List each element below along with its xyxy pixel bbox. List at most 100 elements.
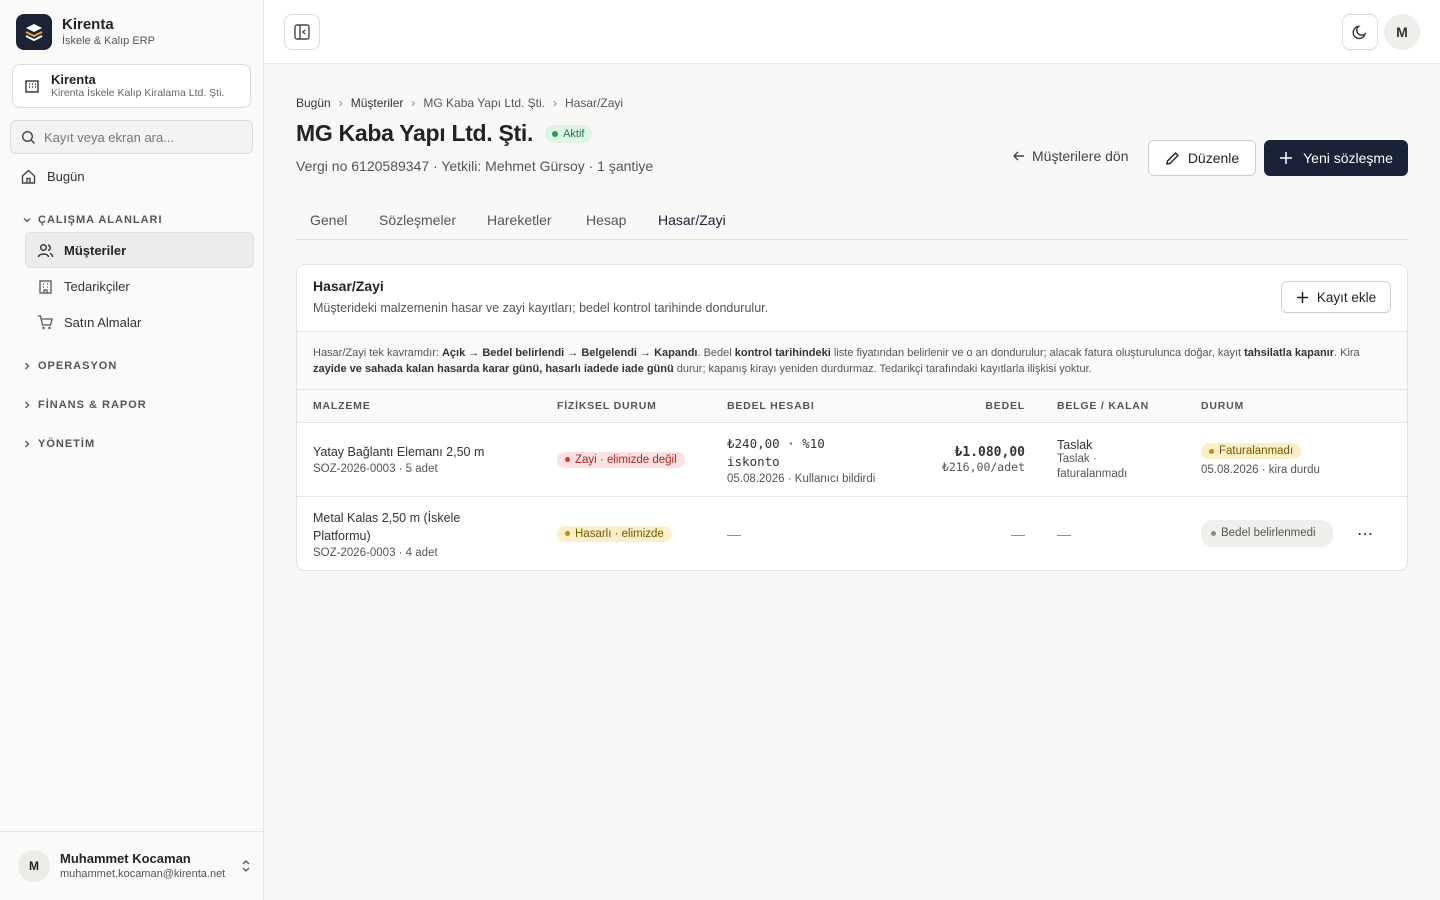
organization-switcher[interactable]: Kirenta Kirenta İskele Kalıp Kiralama Lt…	[12, 64, 251, 108]
chevron-right-icon	[25, 362, 30, 370]
badge-label: Zayi · elimizde değil	[575, 453, 677, 466]
breadcrumb: Bugün › Müşteriler › MG Kaba Yapı Ltd. Ş…	[296, 96, 623, 110]
sidebar-search[interactable]	[10, 120, 253, 154]
badge-label: Faturalanmadı	[1219, 445, 1294, 458]
material-cell: Metal Kalas 2,50 m (İskele Platformu) SO…	[297, 496, 557, 570]
tab-general[interactable]: Genel	[310, 212, 347, 228]
edit-button[interactable]: Düzenle	[1148, 140, 1256, 176]
home-icon	[21, 169, 36, 184]
table-row[interactable]: Metal Kalas 2,50 m (İskele Platformu) SO…	[297, 496, 1407, 570]
section-finance[interactable]: FİNANS & RAPOR	[22, 399, 147, 411]
moon-icon	[1352, 25, 1367, 40]
back-label: Müşterilere dön	[1032, 148, 1129, 164]
theme-toggle-button[interactable]	[1342, 14, 1378, 50]
toggle-sidebar-button[interactable]	[284, 14, 320, 50]
card-title: Hasar/Zayi	[313, 278, 384, 294]
physical-status-cell: Hasarlı · elimizde	[557, 496, 727, 570]
material-name: Metal Kalas 2,50 m (İskele Platformu)	[313, 510, 461, 543]
document-cell: —	[1039, 496, 1189, 570]
tab-account[interactable]: Hesap	[586, 212, 626, 228]
topbar: M	[264, 0, 1440, 64]
section-label: YÖNETİM	[38, 438, 96, 450]
main-content: Bugün › Müşteriler › MG Kaba Yapı Ltd. Ş…	[264, 64, 1440, 900]
card-subtitle: Müşterideki malzemenin hasar ve zayi kay…	[313, 301, 769, 315]
material-name: Yatay Bağlantı Elemanı 2,50 m	[313, 444, 485, 459]
page-header: MG Kaba Yapı Ltd. Şti. Aktif	[296, 120, 593, 147]
physical-status-badge: Hasarlı · elimizde	[557, 525, 672, 542]
add-record-button[interactable]: Kayıt ekle	[1281, 281, 1391, 313]
user-menu[interactable]: M Muhammet Kocaman muhammet.kocaman@kire…	[0, 831, 263, 900]
sidebar-item-label: Bugün	[47, 169, 85, 184]
damage-loss-card: Hasar/Zayi Müşterideki malzemenin hasar …	[296, 264, 1408, 571]
sidebar-item-suppliers[interactable]: Tedarikçiler	[37, 278, 130, 295]
empty-value: —	[727, 525, 741, 542]
breadcrumb-customer[interactable]: MG Kaba Yapı Ltd. Şti.	[423, 96, 545, 110]
user-name: Muhammet Kocaman	[60, 851, 191, 866]
material-meta: SOZ-2026-0003 · 4 adet	[313, 546, 438, 559]
org-subtitle: Kirenta İskele Kalıp Kiralama Ltd. Şti.	[51, 87, 225, 99]
badge-label: Bedel belirlenmedi	[1221, 527, 1316, 539]
building-icon	[25, 80, 39, 93]
avatar: M	[18, 850, 50, 882]
status-dot	[552, 130, 559, 137]
more-actions-icon[interactable]: ⋯	[1349, 520, 1382, 548]
new-contract-button[interactable]: Yeni sözleşme	[1264, 140, 1408, 176]
sidebar-item-label: Tedarikçiler	[64, 279, 130, 294]
brand-subtitle: İskele & Kalıp ERP	[62, 35, 155, 47]
column-header-actions	[1349, 389, 1407, 423]
avatar[interactable]: M	[1384, 14, 1420, 50]
status-badge: Faturalanmadı	[1201, 443, 1302, 460]
status-cell: Faturalanmadı 05.08.2026 · kira durdu	[1189, 422, 1349, 497]
brand-logo-icon	[16, 14, 52, 50]
status-badge: Aktif	[545, 124, 593, 143]
physical-status-badge: Zayi · elimizde değil	[557, 451, 685, 468]
section-admin[interactable]: YÖNETİM	[22, 438, 95, 450]
section-operations[interactable]: OPERASYON	[22, 360, 117, 372]
amount-cell: ₺1.080,00 ₺216,00/adet	[897, 422, 1039, 497]
column-header: FİZİKSEL DURUM	[557, 389, 727, 423]
chevron-right-icon	[25, 401, 30, 409]
tab-movements[interactable]: Hareketler	[487, 212, 552, 228]
chevron-right-icon: ›	[553, 96, 558, 110]
chevron-right-icon	[25, 440, 30, 448]
brand[interactable]: Kirenta İskele & Kalıp ERP	[16, 14, 155, 50]
damage-table: MALZEME FİZİKSEL DURUM BEDEL HESABI BEDE…	[297, 389, 1407, 570]
physical-status-cell: Zayi · elimizde değil	[557, 422, 727, 497]
sidebar-item-label: Satın Almalar	[64, 315, 142, 330]
status-badge: Bedel belirlenmedi	[1201, 520, 1333, 547]
section-label: ÇALIŞMA ALANLARI	[38, 214, 163, 226]
sidebar-item-customers[interactable]: Müşteriler	[37, 242, 126, 259]
unit-price: ₺216,00/adet	[941, 460, 1025, 474]
empty-value: —	[1011, 525, 1025, 542]
sidebar-item-purchases[interactable]: Satın Almalar	[37, 314, 141, 331]
back-to-customers-link[interactable]: Müşterilere dön	[1012, 148, 1129, 164]
plus-icon	[1280, 152, 1293, 164]
document-meta: Taslak · faturalanmadı	[1057, 452, 1128, 480]
status-label: Aktif	[563, 127, 585, 140]
tab-bar: Genel Sözleşmeler Hareketler Hesap Hasar…	[296, 204, 1408, 240]
material-cell: Yatay Bağlantı Elemanı 2,50 m SOZ-2026-0…	[297, 422, 557, 497]
edit-label: Düzenle	[1187, 150, 1240, 166]
section-label: OPERASYON	[38, 360, 118, 372]
tab-contracts[interactable]: Sözleşmeler	[379, 212, 456, 228]
search-input[interactable]	[44, 129, 244, 145]
info-text: . Kira	[1334, 347, 1360, 359]
section-work-areas[interactable]: ÇALIŞMA ALANLARI	[22, 214, 163, 226]
column-header: BEDEL	[897, 389, 1039, 423]
tab-damage-loss[interactable]: Hasar/Zayi	[658, 212, 726, 228]
breadcrumb-today[interactable]: Bugün	[296, 96, 331, 110]
add-record-label: Kayıt ekle	[1316, 289, 1377, 305]
info-note: Hasar/Zayi tek kavramdır: Açık → Bedel b…	[297, 331, 1407, 389]
customer-summary: Vergi no 6120589347 · Yetkili: Mehmet Gü…	[296, 158, 654, 174]
brand-name: Kirenta	[62, 16, 114, 33]
org-name: Kirenta	[51, 72, 96, 87]
user-email: muhammet.kocaman@kirenta.net	[60, 868, 226, 880]
sidebar-item-today[interactable]: Bugün	[20, 168, 85, 185]
info-text: Hasar/Zayi tek kavramdır:	[313, 347, 442, 359]
breadcrumb-current: Hasar/Zayi	[565, 96, 624, 110]
table-row[interactable]: Yatay Bağlantı Elemanı 2,50 m SOZ-2026-0…	[297, 422, 1407, 497]
breadcrumb-customers[interactable]: Müşteriler	[351, 96, 404, 110]
building-icon	[39, 280, 52, 294]
calc-value: ₺240,00 · %10 iskonto	[727, 435, 825, 469]
material-meta: SOZ-2026-0003 · 5 adet	[313, 462, 438, 475]
